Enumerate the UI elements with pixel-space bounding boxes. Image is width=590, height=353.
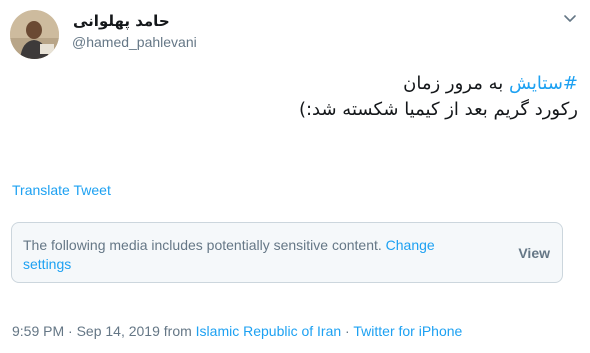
translate-tweet-link[interactable]: Translate Tweet [12, 182, 111, 198]
tweet-line-1-text: به مرور زمان [403, 73, 509, 94]
hashtag-link[interactable]: #ستایش [509, 73, 578, 94]
sensitive-content-notice: The following media includes potentially… [11, 222, 563, 283]
sensitive-content-message: The following media includes potentially… [23, 236, 473, 274]
tweet-line-2: رکورد گریم بعد از کیمیا شکسته شد:) [298, 99, 578, 120]
chevron-down-icon[interactable] [563, 14, 577, 24]
meta-separator: · [341, 323, 354, 339]
display-name[interactable]: حامد پهلوانی [73, 12, 170, 30]
user-handle[interactable]: @hamed_pahlevani [72, 34, 197, 50]
tweet-timestamp[interactable]: 9:59 PM · Sep 14, 2019 from [12, 323, 196, 339]
location-link[interactable]: Islamic Republic of Iran [196, 323, 342, 339]
tweet-text: #ستایش به مرور زمان رکورد گریم بعد از کی… [18, 71, 578, 123]
sensitive-content-text: The following media includes potentially… [23, 237, 382, 253]
tweet-metadata: 9:59 PM · Sep 14, 2019 from Islamic Repu… [12, 323, 462, 339]
profile-photo-icon [10, 10, 59, 59]
tweet-line-1: #ستایش به مرور زمان [18, 71, 578, 97]
view-button[interactable]: View [518, 245, 550, 261]
avatar[interactable] [10, 10, 59, 59]
source-link[interactable]: Twitter for iPhone [353, 323, 462, 339]
